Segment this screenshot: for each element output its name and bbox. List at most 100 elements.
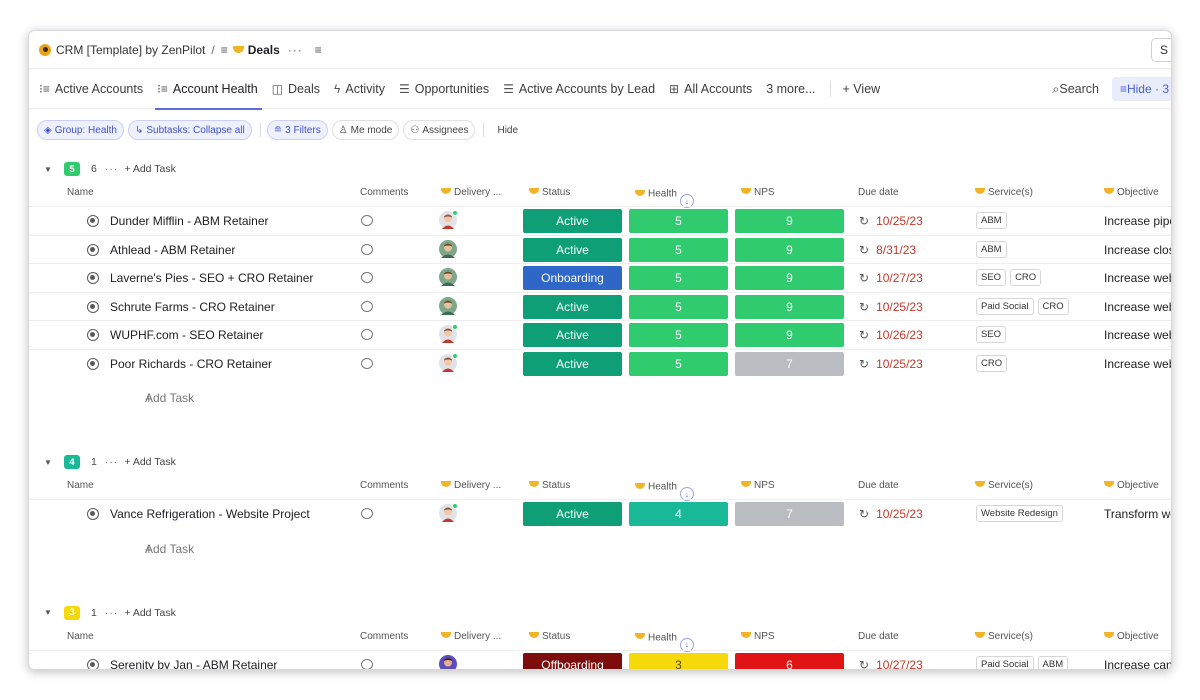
status-pill[interactable]: Onboarding	[523, 266, 622, 290]
comment-icon[interactable]	[361, 508, 373, 519]
services-tags[interactable]: SEO CRO	[976, 269, 1045, 286]
health-pill[interactable]: 5	[629, 351, 728, 376]
comment-icon[interactable]	[361, 300, 373, 312]
task-name[interactable]: Schrute Farms - CRO Retainer	[110, 300, 275, 314]
table-row[interactable]: Schrute Farms - CRO Retainer Active 5 9 ↻ 10/…	[29, 291, 1171, 321]
more-options-icon[interactable]: ···	[105, 607, 119, 619]
nps-pill[interactable]: 6	[735, 652, 844, 669]
due-date[interactable]: ↻ 10/25/23	[859, 507, 923, 521]
column-header-name[interactable]: Name	[67, 187, 94, 198]
column-header-nps[interactable]: NPS	[741, 631, 775, 642]
health-pill[interactable]: 5	[629, 294, 728, 319]
hide-chip[interactable]: Hide	[490, 120, 525, 140]
due-date[interactable]: ↻ 10/27/23	[859, 658, 923, 670]
search-button[interactable]: ⌕ Search	[1052, 69, 1099, 109]
column-header-name[interactable]: Name	[67, 480, 94, 491]
table-row[interactable]: WUPHF.com - SEO Retainer Active 5 9 ↻ 10/26/2…	[29, 320, 1171, 349]
status-pill[interactable]: Active	[523, 237, 622, 262]
more-options-icon[interactable]: ···	[105, 163, 119, 175]
menu-icon[interactable]: ≡	[315, 43, 322, 57]
column-header-health[interactable]: Health↓	[635, 187, 694, 208]
hide-columns-button[interactable]: ≡ Hide · 3	[1111, 77, 1171, 101]
more-options-icon[interactable]: ···	[105, 456, 119, 468]
comment-icon[interactable]	[361, 357, 373, 369]
comment-icon[interactable]	[361, 272, 373, 283]
comment-icon[interactable]	[361, 215, 373, 226]
tab-active-accounts[interactable]: ⁝≡ Active Accounts	[39, 69, 143, 109]
assignee-avatar[interactable]	[439, 239, 457, 258]
assignee-avatar[interactable]	[439, 324, 458, 343]
status-pill[interactable]: Active	[523, 502, 622, 526]
services-tags[interactable]: CRO	[976, 354, 1011, 372]
assignee-avatar[interactable]	[439, 296, 457, 315]
filters-chip[interactable]: ≘ 3 Filters	[266, 120, 328, 140]
breadcrumb-list-name[interactable]: Deals	[248, 43, 280, 57]
column-header-due-date[interactable]: Due date	[858, 480, 899, 491]
nps-pill[interactable]: 9	[735, 266, 844, 290]
column-header-delivery[interactable]: Delivery ...	[441, 631, 501, 642]
column-header-status[interactable]: Status	[529, 187, 570, 198]
health-pill[interactable]: 5	[629, 266, 728, 290]
nps-pill[interactable]: 9	[735, 209, 844, 233]
task-status-icon[interactable]	[87, 658, 99, 669]
status-pill[interactable]: Active	[523, 209, 622, 233]
objective-text[interactable]: Increase clos	[1104, 243, 1171, 257]
objective-text[interactable]: Increase canc	[1104, 658, 1171, 670]
comment-icon[interactable]	[361, 658, 373, 669]
status-pill[interactable]: Offboarding	[523, 652, 622, 669]
comment-icon[interactable]	[361, 329, 373, 340]
column-header-name[interactable]: Name	[67, 631, 94, 642]
tab-deals[interactable]: ◫ Deals	[272, 69, 320, 109]
task-status-icon[interactable]	[87, 215, 99, 227]
objective-text[interactable]: Increase web	[1104, 357, 1171, 371]
task-status-icon[interactable]	[87, 329, 99, 341]
tab-opportunities[interactable]: ☰ Opportunities	[399, 69, 489, 109]
services-tags[interactable]: ABM	[976, 240, 1011, 258]
objective-text[interactable]: Increase web	[1104, 300, 1171, 314]
due-date[interactable]: ↻ 10/26/23	[859, 328, 923, 342]
task-status-icon[interactable]	[87, 357, 99, 370]
column-header-health[interactable]: Health↓	[635, 480, 694, 501]
column-header-status[interactable]: Status	[529, 480, 570, 491]
due-date[interactable]: ↻ 8/31/23	[859, 243, 916, 257]
status-pill[interactable]: Active	[523, 323, 622, 347]
add-view-button[interactable]: + View	[843, 69, 881, 109]
due-date[interactable]: ↻ 10/25/23	[859, 357, 923, 371]
table-row[interactable]: Dunder Mifflin - ABM Retainer Active 5 9 ↻ 10…	[29, 206, 1171, 235]
column-header-due-date[interactable]: Due date	[858, 187, 899, 198]
nps-pill[interactable]: 7	[735, 502, 844, 526]
services-tags[interactable]: Paid Social ABM	[976, 655, 1072, 669]
comment-icon[interactable]	[361, 243, 373, 255]
caret-down-icon[interactable]: ▼	[44, 608, 64, 617]
task-name[interactable]: Poor Richards - CRO Retainer	[110, 357, 272, 371]
objective-text[interactable]: Transform we	[1104, 507, 1171, 521]
health-pill[interactable]: 4	[629, 502, 728, 526]
objective-text[interactable]: Increase web	[1104, 271, 1171, 285]
assignee-avatar[interactable]	[439, 503, 458, 522]
status-pill[interactable]: Active	[523, 351, 622, 376]
health-pill[interactable]: 5	[629, 323, 728, 347]
nps-pill[interactable]: 9	[735, 237, 844, 262]
assignee-avatar[interactable]	[439, 352, 458, 372]
column-header-comments[interactable]: Comments	[360, 631, 408, 642]
me-mode-chip[interactable]: ♙ Me mode	[331, 120, 400, 140]
add-task-button[interactable]: + Add Task	[124, 163, 175, 175]
table-row[interactable]: Athlead - ABM Retainer Active 5 9 ↻ 8/31/23 AB…	[29, 234, 1171, 264]
services-tags[interactable]: Website Redesign	[976, 505, 1067, 522]
add-task-row[interactable]: + Add Task	[29, 377, 1171, 406]
more-options-icon[interactable]: ···	[288, 43, 303, 57]
assignees-chip[interactable]: ⚇ Assignees	[403, 120, 476, 140]
tab-activity[interactable]: ϟ Activity	[334, 69, 385, 109]
due-date[interactable]: ↻ 10/27/23	[859, 271, 923, 285]
column-header-comments[interactable]: Comments	[360, 187, 408, 198]
caret-down-icon[interactable]: ▼	[44, 165, 64, 174]
task-status-icon[interactable]	[87, 272, 99, 284]
assignee-avatar[interactable]	[439, 268, 457, 286]
column-header-delivery[interactable]: Delivery ...	[441, 187, 501, 198]
tab-3-more-[interactable]: 3 more...	[766, 69, 815, 109]
due-date[interactable]: ↻ 10/25/23	[859, 214, 923, 228]
assignee-avatar[interactable]	[439, 210, 458, 229]
task-status-icon[interactable]	[87, 508, 99, 520]
column-header-due-date[interactable]: Due date	[858, 631, 899, 642]
column-header-services[interactable]: Service(s)	[975, 187, 1033, 198]
